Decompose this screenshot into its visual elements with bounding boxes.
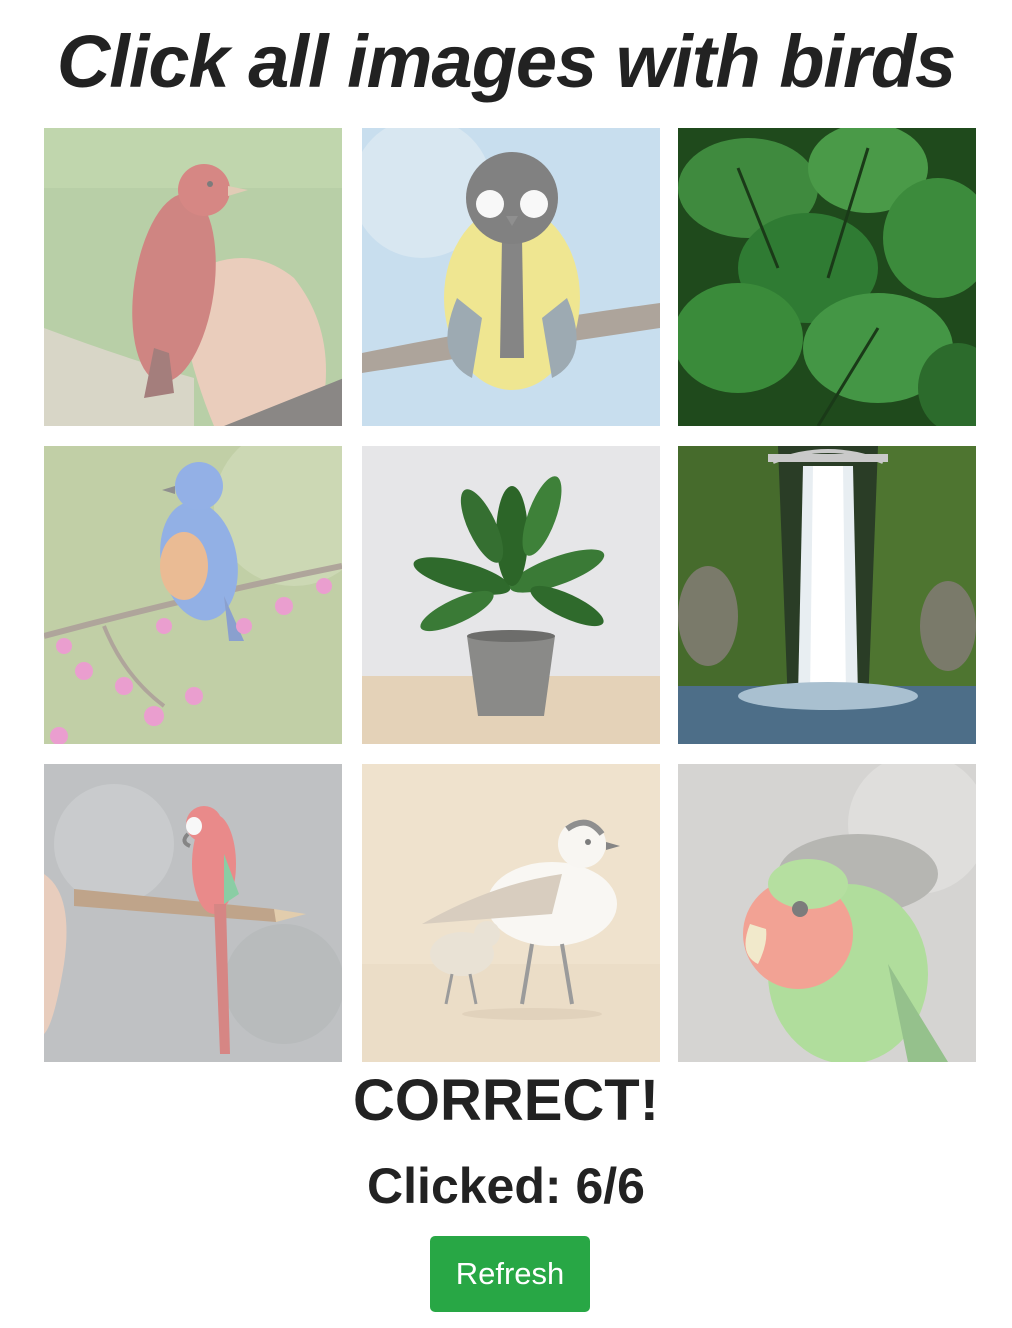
image-tile-great-tit[interactable] (362, 128, 660, 426)
image-tile-potted-plant[interactable] (362, 446, 660, 744)
waterfall-image (678, 446, 976, 744)
image-grid (44, 128, 976, 1062)
refresh-button[interactable]: Refresh (430, 1236, 590, 1312)
clicked-counter: Clicked: 6/6 (367, 1158, 645, 1214)
image-tile-lovebird[interactable] (678, 764, 976, 1062)
image-tile-plover[interactable] (362, 764, 660, 1062)
plant-leaves-image (678, 128, 976, 426)
image-tile-macaw[interactable] (44, 764, 342, 1062)
image-tile-plant-leaves[interactable] (678, 128, 976, 426)
result-message: CORRECT! (352, 1068, 660, 1133)
image-tile-waterfall[interactable] (678, 446, 976, 744)
image-tile-red-tanager[interactable] (44, 128, 342, 426)
potted-plant-image (362, 446, 660, 744)
image-tile-bluebird[interactable] (44, 446, 342, 744)
page-title: Click all images with birds (56, 20, 956, 103)
